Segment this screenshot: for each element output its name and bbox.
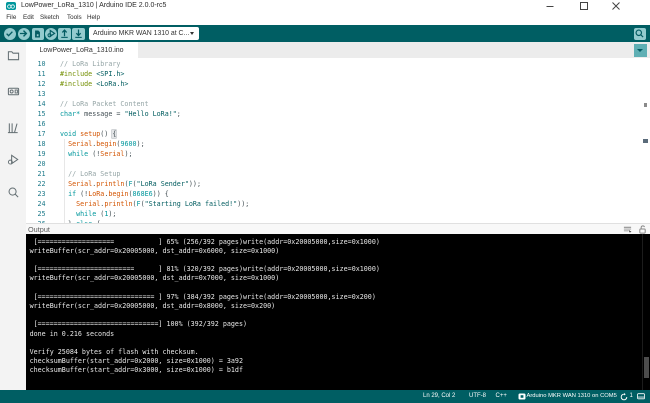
line-number: 11 [26,69,46,79]
tab-bar: LowPower_LoRa_1310.ino [26,42,650,58]
titlebar: LowPower_LoRa_1310 | Arduino IDE 2.0.0-r… [0,0,650,12]
code-line: #include <LoRa.h> [60,79,128,89]
output-panel-header: Output [26,223,650,235]
library-manager-icon[interactable] [6,121,20,135]
line-number: 15 [26,109,46,119]
code-editor[interactable]: 10 // LoRa Library 11 #include <SPI.h> 12 #in… [26,58,650,223]
new-sketch-button[interactable] [32,28,44,40]
maximize-button[interactable] [577,0,591,12]
code-line: char* message = "Hello LoRa!"; [60,109,181,119]
open-button[interactable] [58,28,70,40]
console-scrollbar-track [642,234,643,390]
line-number: 10 [26,59,46,69]
status-encoding[interactable]: UTF-8 [469,393,486,399]
line-number: 25 [26,209,46,219]
serial-monitor-button[interactable] [634,28,646,40]
overview-ruler-mark [643,139,648,143]
scroll-lock-icon[interactable] [638,225,647,234]
console-scrollbar-thumb[interactable] [644,357,650,378]
line-number: 18 [26,139,46,149]
toolbar: Arduino MKR WAN 1310 at C... [0,25,650,42]
editor-dropdown-button[interactable] [634,44,647,57]
arduino-logo-icon [6,2,16,10]
menu-sketch[interactable]: Sketch [40,14,59,21]
code-line: Serial.println(F("LoRa Sender")); [60,179,201,189]
code-line: // LoRa Setup [60,169,120,179]
menu-tools[interactable]: Tools [67,14,82,21]
activity-bar [0,42,26,390]
window-title: LowPower_LoRa_1310 | Arduino IDE 2.0.0-r… [21,2,166,9]
code-line: #include <SPI.h> [60,69,124,79]
menu-help[interactable]: Help [87,14,100,21]
chevron-down-icon [637,49,643,52]
line-number: 19 [26,149,46,159]
statusbar: Ln 29, Col 2 UTF-8 C++ Arduino MKR WAN 1… [0,390,650,403]
debug-sidebar-icon[interactable] [6,153,20,167]
menu-edit[interactable]: Edit [23,14,34,21]
code-line: // LoRa Library [60,59,120,69]
board-icon [518,393,526,400]
output-console[interactable]: [=================== ] 65% (256/392 page… [26,234,650,390]
code-line: void setup() { [60,129,116,139]
verify-button[interactable] [4,28,16,40]
sync-icon[interactable] [620,393,628,401]
boards-manager-icon[interactable] [6,85,20,99]
menubar: File Edit Sketch Tools Help [0,12,650,25]
upload-button[interactable] [18,28,30,40]
line-number: 23 [26,189,46,199]
code-line: if (!LoRa.begin(868E6)) { [60,189,169,199]
board-selector-dropdown[interactable]: Arduino MKR WAN 1310 at C... [89,27,200,40]
code-line: Serial.begin(9600); [60,139,145,149]
line-number: 12 [26,79,46,89]
sketchbook-icon[interactable] [6,49,20,63]
minimize-button[interactable] [543,0,557,12]
overview-ruler-mark [644,103,647,107]
close-button[interactable] [609,0,623,12]
status-board-port[interactable]: Arduino MKR WAN 1310 on COM5 [527,393,617,399]
tab-label: LowPower_LoRa_1310.ino [40,47,124,54]
clear-output-icon[interactable] [623,225,632,234]
code-line: while (!Serial); [60,149,133,159]
search-icon[interactable] [6,186,20,200]
status-line-col[interactable]: Ln 29, Col 2 [423,393,455,399]
code-line: Serial.println(F("Starting LoRa failed!"… [60,199,249,209]
menu-file[interactable]: File [6,14,16,21]
line-number: 13 [26,89,46,99]
board-selector-label: Arduino MKR WAN 1310 at C... [89,30,190,37]
arduino-ide-window: LowPower_LoRa_1310 | Arduino IDE 2.0.0-r… [0,0,650,403]
line-number: 21 [26,169,46,179]
panel-toggle-icon[interactable] [637,393,645,400]
code-line: // LoRa Packet Content [60,99,149,109]
console-text: [=================== ] 65% (256/392 page… [30,238,380,376]
save-button[interactable] [72,28,84,40]
output-panel-title: Output [28,225,50,234]
line-number: 14 [26,99,46,109]
line-number: 17 [26,129,46,139]
tab-active[interactable]: LowPower_LoRa_1310.ino [26,42,138,58]
line-number: 22 [26,179,46,189]
debug-button[interactable] [45,28,57,40]
line-number: 20 [26,159,46,169]
status-notification-count[interactable]: 1 [630,393,633,399]
code-line: while (1); [60,209,116,219]
status-language[interactable]: C++ [496,393,507,399]
line-number: 16 [26,119,46,129]
chevron-down-icon [190,32,194,35]
line-number: 24 [26,199,46,209]
